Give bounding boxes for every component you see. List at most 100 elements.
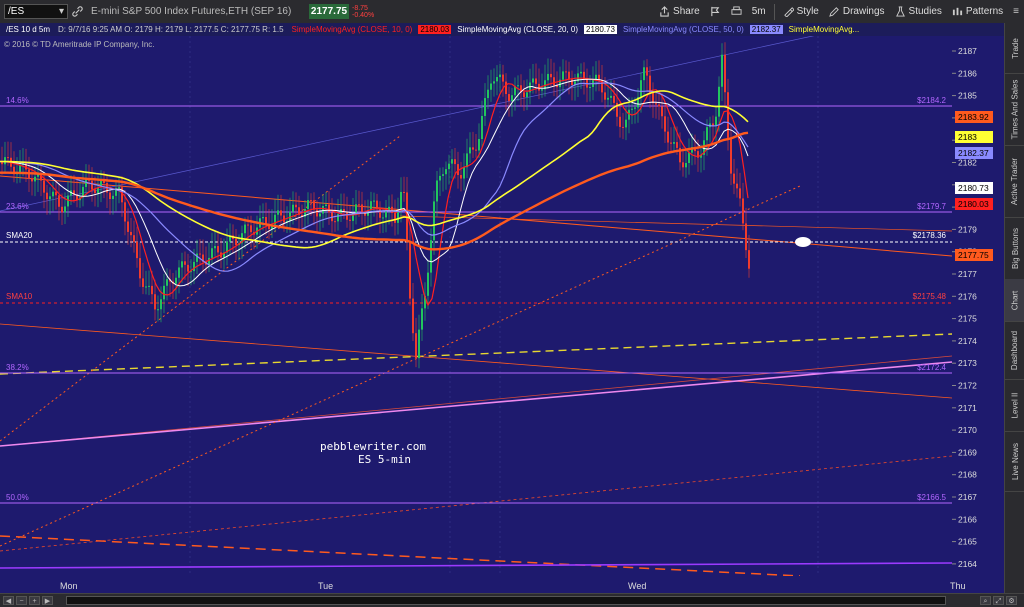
candle-body [7, 157, 9, 159]
style-label: Style [796, 6, 819, 17]
candle-body [607, 97, 609, 100]
candle-body [280, 210, 282, 216]
share-button[interactable]: Share [654, 0, 705, 23]
candle-body [142, 278, 144, 287]
drawings-button[interactable]: Drawings [824, 0, 890, 23]
dropdown-arrow-icon: ▾ [58, 6, 64, 17]
candle-body [661, 106, 663, 117]
price-marker-ellipse[interactable] [795, 237, 811, 247]
candle-body [571, 79, 573, 85]
candle-body [427, 272, 429, 296]
candle-body [439, 175, 441, 181]
price-tick-label: 2175 [958, 314, 977, 324]
chart-application: /ES ▾ E-mini S&P 500 Index Futures,ETH (… [0, 0, 1024, 607]
price-bubble-label: 2180.73 [958, 183, 989, 193]
style-button[interactable]: Style [778, 0, 824, 23]
zoom-out-button[interactable]: − [16, 596, 27, 605]
time-axis-background [0, 576, 952, 593]
candle-body [685, 162, 687, 168]
patterns-button[interactable]: Patterns [947, 0, 1008, 23]
link-icon[interactable] [68, 0, 87, 23]
candle-body [157, 309, 159, 311]
candle-body [133, 235, 135, 242]
price-change: -8.75 -0.40% [352, 5, 374, 19]
side-tab-chart[interactable]: Chart [1005, 279, 1024, 322]
sma10-label[interactable]: SimpleMovingAvg (CLOSE, 10, 0) [290, 25, 415, 34]
candle-body [457, 164, 459, 176]
candle-body [673, 142, 675, 144]
candle-body [328, 204, 330, 213]
timeframe-selector[interactable]: 5m [747, 0, 771, 23]
patterns-label: Patterns [965, 6, 1004, 17]
last-price: 2177.75 [309, 4, 349, 19]
candle-body [214, 246, 216, 249]
sma100-label[interactable]: SimpleMovingAvg... [787, 25, 862, 34]
candle-body [517, 85, 519, 87]
side-tab-level-ii[interactable]: Level II [1005, 379, 1024, 432]
candle-body [415, 333, 417, 359]
candle-body [409, 242, 411, 299]
side-tab-label: Level II [1010, 392, 1020, 418]
chart-scrollbar[interactable]: ◀ − + ▶ ⌕ ⤢ ⚙ [0, 593, 1024, 607]
candle-body [739, 188, 741, 199]
settings-button[interactable]: ⚙ [1006, 596, 1017, 605]
time-axis: Mon Tue Wed Thu [0, 576, 966, 593]
candle-body [463, 167, 465, 179]
candle-body [619, 116, 621, 127]
timeframe-label: 5m [751, 6, 766, 17]
drawings-label: Drawings [842, 6, 885, 17]
candle-body [736, 183, 738, 189]
candle-body [64, 206, 66, 213]
side-tab-times-and-sales[interactable]: Times And Sales [1005, 73, 1024, 146]
flag-button[interactable] [705, 0, 726, 23]
price-tick-label: 2186 [958, 68, 977, 78]
candle-body [565, 71, 567, 73]
candle-body [412, 298, 414, 334]
sma20-label[interactable]: SimpleMovingAvg (CLOSE, 20, 0) [455, 25, 580, 34]
side-tab-live-news[interactable]: Live News [1005, 431, 1024, 492]
scroll-left-button[interactable]: ◀ [3, 596, 14, 605]
scrollbar-thumb[interactable] [66, 596, 946, 605]
candle-body [250, 225, 252, 233]
side-tab-trade[interactable]: Trade [1005, 23, 1024, 74]
candle-body [370, 201, 372, 211]
side-tab-label: Times And Sales [1010, 79, 1020, 139]
candle-body [112, 195, 114, 200]
side-tab-label: Dashboard [1010, 330, 1020, 370]
candle-body [502, 74, 504, 82]
candle-body [472, 147, 474, 150]
price-bubble-label: 2183.92 [958, 112, 989, 122]
day-label: Mon [60, 581, 78, 591]
candle-body [451, 159, 453, 164]
candle-body [349, 219, 351, 221]
side-tab-active-trader[interactable]: Active Trader [1005, 145, 1024, 218]
style-icon [783, 7, 794, 17]
print-button[interactable] [726, 0, 747, 23]
candle-body [199, 253, 201, 255]
price-tick-label: 2177 [958, 269, 977, 279]
candle-body [346, 212, 348, 220]
price-tick-label: 2164 [958, 559, 977, 569]
share-label: Share [673, 6, 700, 17]
share-icon [660, 6, 669, 17]
candle-body [448, 163, 450, 170]
side-tab-dashboard[interactable]: Dashboard [1005, 321, 1024, 380]
candle-body [118, 187, 120, 189]
candle-body [742, 198, 744, 224]
studies-button[interactable]: Studies [890, 0, 947, 23]
candle-body [511, 95, 513, 101]
zoom-in-button[interactable]: + [29, 596, 40, 605]
chart-menu-button[interactable]: ≡ [1008, 0, 1024, 23]
magnifier-button[interactable]: ⌕ [980, 596, 991, 605]
candle-body [196, 253, 198, 262]
price-chart[interactable]: © 2016 © TD Ameritrade IP Company, Inc. … [0, 36, 1004, 593]
side-tab-big-buttons[interactable]: Big Buttons [1005, 217, 1024, 280]
expand-button[interactable]: ⤢ [993, 596, 1004, 605]
symbol-selector[interactable]: /ES ▾ [4, 4, 68, 19]
watermark-subtitle: ES 5-min [358, 453, 411, 466]
scroll-right-button[interactable]: ▶ [42, 596, 53, 605]
pencil-icon [829, 7, 839, 17]
candle-body [745, 223, 747, 251]
candle-body [136, 241, 138, 259]
sma50-label[interactable]: SimpleMovingAvg (CLOSE, 50, 0) [621, 25, 746, 34]
